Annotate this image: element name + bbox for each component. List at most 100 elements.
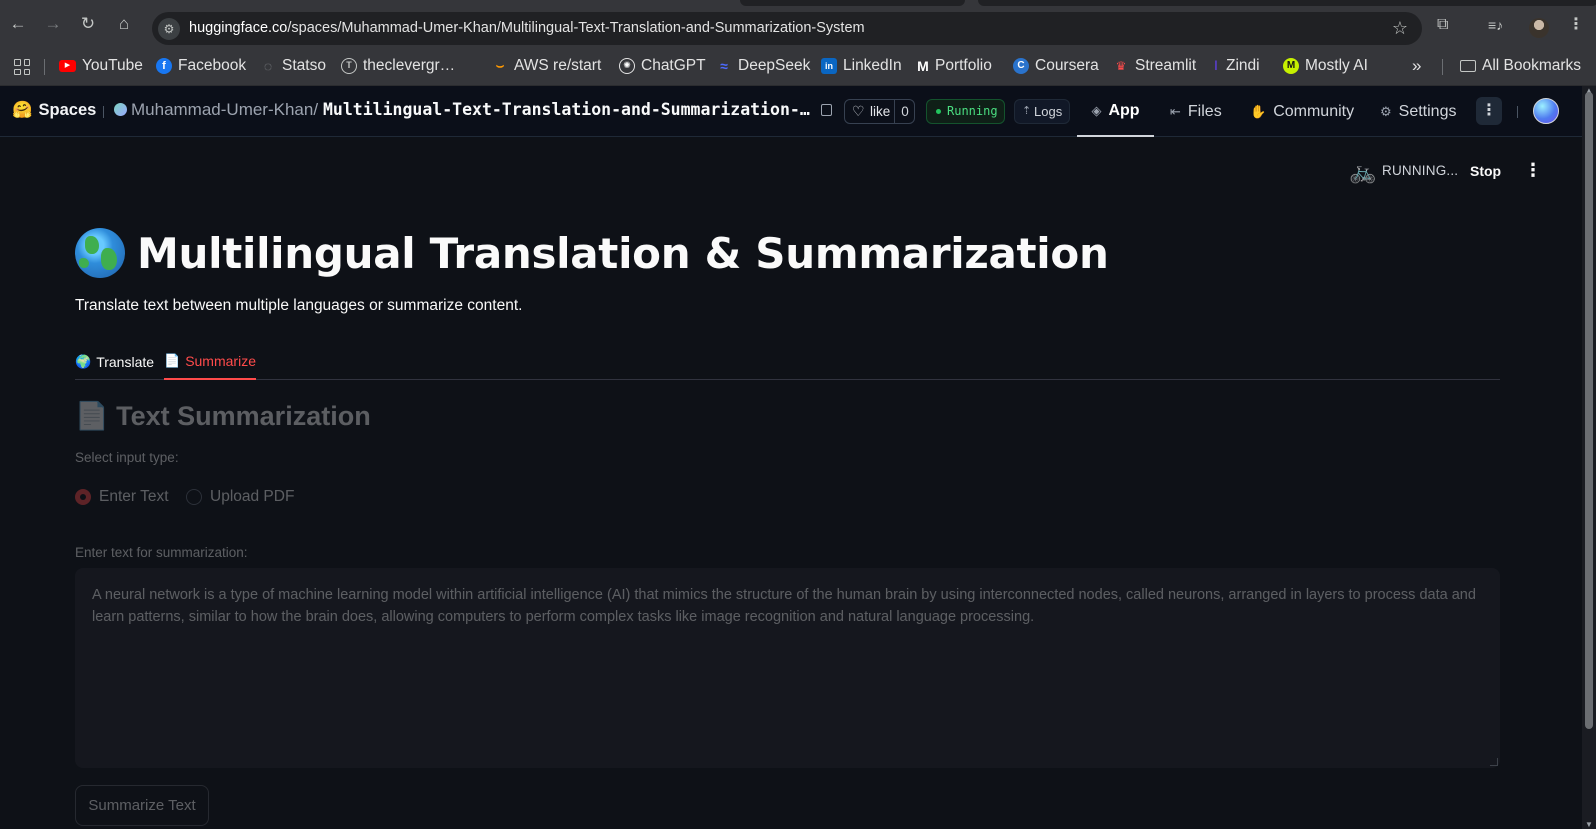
- globe-icon: 🌍: [75, 353, 92, 369]
- tab-community[interactable]: ✋ Community: [1250, 86, 1354, 137]
- section-title: 📄 Text Summarization: [75, 401, 371, 431]
- browser-toolbar: ← → ↻ ⌂ ⚙ huggingface.co/spaces/Muhammad…: [0, 0, 1596, 46]
- logs-icon: ⇡: [1022, 105, 1032, 117]
- apps-grid-icon[interactable]: [14, 59, 30, 75]
- tab-strip: [740, 0, 1596, 6]
- bookmark-star-icon[interactable]: ☆: [1392, 18, 1408, 39]
- page-subtitle: Translate text between multiple language…: [75, 297, 523, 314]
- linkedin-icon: in: [821, 58, 837, 74]
- stop-button[interactable]: Stop: [1470, 163, 1501, 179]
- profile-avatar[interactable]: [1529, 18, 1549, 38]
- running-status-badge[interactable]: Running: [926, 99, 1005, 124]
- copy-icon[interactable]: [821, 104, 832, 116]
- community-icon: ✋: [1250, 103, 1267, 119]
- bookmark-coursera[interactable]: C Coursera: [1013, 56, 1099, 76]
- space-owner[interactable]: Muhammad-Umer-Khan/: [114, 100, 318, 120]
- gear-icon: ⚙: [1380, 103, 1392, 119]
- coursera-icon: C: [1013, 58, 1029, 74]
- document-icon: 📄: [164, 352, 181, 368]
- zindi-icon: ǀ: [1214, 58, 1218, 73]
- bookmark-linkedin[interactable]: in LinkedIn: [821, 56, 902, 76]
- streamlit-icon: ♛: [1115, 59, 1127, 73]
- youtube-icon: ▶: [59, 60, 76, 72]
- bookmark-facebook[interactable]: f Facebook: [156, 56, 246, 76]
- textarea-label: Enter text for summarization:: [75, 545, 248, 560]
- resize-handle[interactable]: [1490, 758, 1498, 766]
- radio-enter-text[interactable]: Enter Text: [75, 488, 169, 506]
- bookmark-portfolio[interactable]: M Portfolio: [917, 56, 992, 76]
- folder-icon: [1460, 60, 1476, 72]
- forward-icon[interactable]: →: [43, 14, 63, 34]
- facebook-icon: f: [156, 58, 172, 74]
- radio-circle: [186, 489, 202, 505]
- user-avatar[interactable]: [1533, 98, 1559, 124]
- document-icon: 📄: [75, 401, 109, 431]
- summarization-textarea[interactable]: A neural network is a type of machine le…: [75, 568, 1500, 768]
- reload-icon[interactable]: ↻: [78, 14, 98, 34]
- hugging-face-logo-icon: 🤗: [12, 101, 33, 119]
- deepseek-icon: ≈: [720, 58, 728, 74]
- bookmark-streamlit[interactable]: ♛ Streamlit: [1113, 56, 1197, 76]
- scroll-down-icon[interactable]: ▼: [1585, 820, 1593, 829]
- radio-circle: [75, 489, 91, 505]
- bookmark-aws[interactable]: ⌣ AWS re/start: [492, 56, 602, 76]
- status-dot: [936, 109, 941, 114]
- bookmark-youtube[interactable]: ▶ YouTube: [59, 56, 143, 76]
- tab-files[interactable]: ⇤ Files: [1170, 86, 1222, 137]
- scrollbar-thumb[interactable]: [1585, 92, 1593, 729]
- owner-avatar: [114, 103, 127, 116]
- back-icon[interactable]: ←: [8, 14, 28, 34]
- header-divider: [1517, 106, 1518, 118]
- heart-icon: ♡: [852, 103, 865, 119]
- bookmark-deepseek[interactable]: ≈ DeepSeek: [716, 56, 810, 76]
- tab-summarize[interactable]: 📄 Summarize: [164, 343, 256, 380]
- bookmarks-bar: ▶ YouTube f Facebook ◌ Statso Ttheclevergr……: [0, 46, 1596, 86]
- app-menu-icon[interactable]: ⋮: [1524, 160, 1542, 181]
- textarea-value: A neural network is a type of machine le…: [92, 587, 1476, 625]
- space-name[interactable]: Multilingual-Text-Translation-and-Summar…: [323, 100, 810, 119]
- page-scrollbar[interactable]: ▲ ▼: [1582, 86, 1596, 829]
- like-button[interactable]: ♡ like 0: [844, 99, 915, 124]
- mode-tabs: 🌍 Translate 📄 Summarize: [75, 343, 1500, 380]
- bookmark-chatgpt[interactable]: ✺ ChatGPT: [619, 56, 706, 76]
- home-icon[interactable]: ⌂: [114, 14, 134, 34]
- site-info-icon[interactable]: ⚙: [158, 18, 180, 40]
- more-options-icon[interactable]: ⋮: [1476, 97, 1502, 125]
- bookmark-theclever[interactable]: Ttheclevergr…: [341, 56, 455, 76]
- radio-upload-pdf[interactable]: Upload PDF: [186, 488, 294, 506]
- extensions-icon[interactable]: ⧉: [1437, 14, 1448, 36]
- like-count: 0: [894, 100, 915, 123]
- like-label: like: [870, 104, 891, 119]
- theclever-icon: T: [341, 58, 357, 74]
- bookmarks-overflow-icon[interactable]: »: [1412, 56, 1421, 76]
- tab-settings[interactable]: ⚙ Settings: [1380, 86, 1456, 137]
- globe-icon: [75, 228, 125, 278]
- media-control-icon[interactable]: ≡♪: [1488, 14, 1503, 36]
- tab-translate[interactable]: 🌍 Translate: [75, 343, 154, 380]
- bookmark-mostlyai[interactable]: M Mostly AI: [1283, 56, 1368, 76]
- logs-button[interactable]: ⇡ Logs: [1014, 99, 1070, 124]
- files-icon: ⇤: [1170, 103, 1181, 119]
- spaces-link[interactable]: 🤗 Spaces: [12, 101, 96, 120]
- all-bookmarks-folder[interactable]: All Bookmarks: [1460, 56, 1581, 76]
- portfolio-icon: M: [917, 58, 929, 74]
- tab-app[interactable]: ◈ App: [1077, 86, 1154, 137]
- header-divider: [103, 106, 104, 118]
- cube-icon: ◈: [1091, 102, 1102, 118]
- bookmark-zindi[interactable]: ǀ Zindi: [1212, 56, 1259, 76]
- input-type-label: Select input type:: [75, 450, 179, 465]
- bookmark-divider: [1442, 59, 1443, 75]
- summarize-button[interactable]: Summarize Text: [75, 785, 209, 826]
- app-status-text: RUNNING...: [1382, 163, 1459, 178]
- hf-header: 🤗 Spaces Muhammad-Umer-Khan/ Multilingual…: [0, 86, 1582, 137]
- address-bar[interactable]: ⚙ huggingface.co/spaces/Muhammad-Umer-Kh…: [152, 12, 1422, 45]
- url-text[interactable]: huggingface.co/spaces/Muhammad-Umer-Khan…: [189, 20, 865, 36]
- mostlyai-icon: M: [1283, 58, 1299, 74]
- bookmark-divider: [44, 59, 45, 75]
- chrome-menu-icon[interactable]: ⋮: [1568, 14, 1584, 36]
- statso-icon: ◌: [263, 58, 273, 74]
- bookmark-statso[interactable]: ◌ Statso: [260, 56, 326, 76]
- page-title: Multilingual Translation & Summarization: [75, 228, 1109, 278]
- chatgpt-icon: ✺: [619, 58, 635, 74]
- running-bicycle-icon: 🚲: [1349, 159, 1377, 184]
